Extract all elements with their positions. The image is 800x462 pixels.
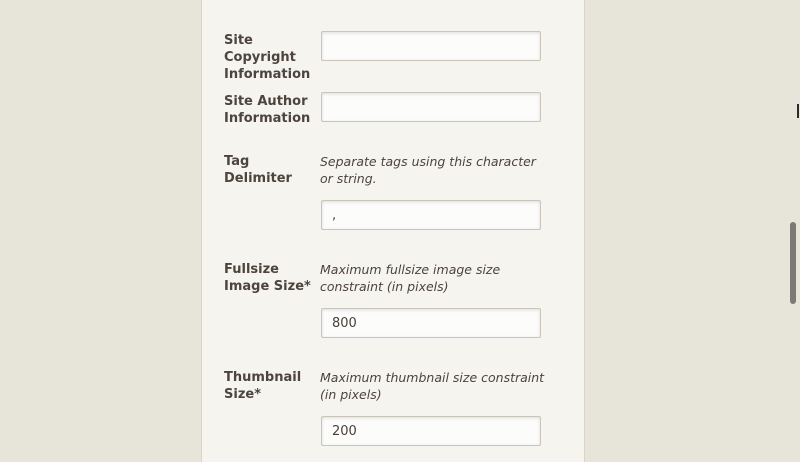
page-scrollbar-thumb[interactable] bbox=[790, 222, 796, 304]
fullsize-input[interactable] bbox=[321, 308, 541, 338]
author-input[interactable] bbox=[321, 92, 541, 122]
tag-delimiter-help: Separate tags using this character or st… bbox=[320, 154, 536, 186]
text-cursor-icon bbox=[797, 104, 799, 118]
thumbnail-help: Maximum thumbnail size constraint (in pi… bbox=[320, 370, 545, 402]
tag-delimiter-input[interactable] bbox=[321, 200, 541, 230]
fullsize-help: Maximum fullsize image size constraint (… bbox=[320, 262, 501, 294]
author-label: Site Author Information bbox=[224, 94, 311, 126]
thumbnail-input[interactable] bbox=[321, 416, 541, 446]
tag-delimiter-label: Tag Delimiter bbox=[224, 154, 292, 186]
copyright-label: Site Copyright Information bbox=[224, 33, 311, 82]
thumbnail-label: Thumbnail Size* bbox=[224, 370, 302, 402]
copyright-input[interactable] bbox=[321, 31, 541, 61]
fullsize-label: Fullsize Image Size* bbox=[224, 262, 311, 294]
